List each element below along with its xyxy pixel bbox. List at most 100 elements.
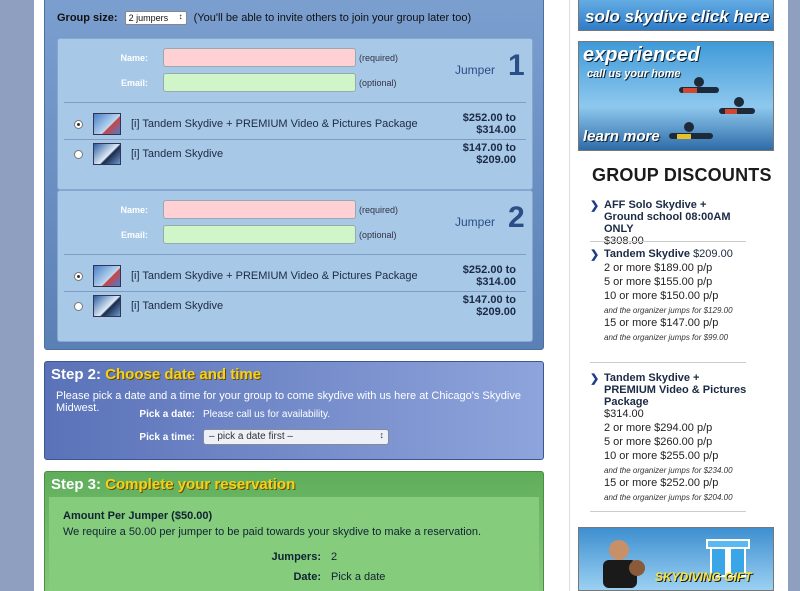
name-label: Name:	[120, 204, 148, 215]
package-price: $147.00 to $209.00	[462, 142, 516, 166]
organizer-note: and the organizer jumps for $234.00	[604, 466, 733, 475]
jumper-label: Jumper	[455, 215, 496, 229]
step3-heading: Step 3: Complete your reservation	[51, 476, 295, 493]
package-thumbnail	[93, 265, 121, 287]
discount-tier: 5 or more $155.00 p/p	[604, 276, 713, 288]
discount-aff: AFF Solo Skydive + Ground school 08:00AM…	[590, 199, 748, 247]
divider	[590, 241, 746, 242]
pick-time-value: – pick a date first –	[209, 431, 293, 442]
banner-text: solo skydive	[585, 7, 688, 26]
divider	[64, 291, 526, 292]
radio-selected[interactable]	[74, 271, 83, 281]
discount-premium: Tandem Skydive + PREMIUM Video & Picture…	[590, 372, 748, 502]
discount-heading-text: Tandem Skydive	[604, 248, 690, 260]
package-thumbnail	[93, 113, 121, 135]
package-option[interactable]: [i] Tandem Skydive $147.00 to $209.00	[74, 142, 516, 166]
package-name[interactable]: [i] Tandem Skydive + PREMIUM Video & Pic…	[131, 270, 426, 282]
email-label: Email:	[120, 229, 148, 240]
optional-note: (optional)	[359, 229, 397, 240]
organizer-note: and the organizer jumps for $204.00	[604, 493, 733, 502]
package-price: $252.00 to $314.00	[462, 112, 516, 136]
discount-price: $209.00	[693, 248, 733, 260]
updown-arrow-icon: ↕	[379, 430, 385, 440]
package-option[interactable]: [i] Tandem Skydive + PREMIUM Video & Pic…	[74, 112, 516, 136]
jumpers-value: 2	[331, 551, 338, 563]
discount-tier: 10 or more $255.00 p/p	[604, 450, 719, 462]
date-value: Pick a date	[331, 571, 386, 583]
group-discounts-title: GROUP DISCOUNTS	[592, 165, 772, 185]
discount-tier: 10 or more $150.00 p/p	[604, 290, 719, 302]
jumper-2-name-input[interactable]	[163, 200, 356, 219]
package-price: $147.00 to $209.00	[462, 294, 516, 318]
jumper-1-name-input[interactable]	[163, 48, 356, 67]
pick-date-value: Please call us for availability.	[203, 409, 331, 420]
pick-time-label: Pick a time:	[139, 431, 195, 443]
jumper-2-email-input[interactable]	[163, 225, 356, 244]
updown-arrow-icon: ↕	[178, 12, 183, 21]
step-number: Step 2:	[51, 366, 102, 383]
package-thumbnail	[93, 295, 121, 317]
jumpers-summary: Jumpers: 2	[225, 551, 337, 563]
solo-skydive-banner[interactable]: solo skydive click here	[578, 0, 774, 31]
organizer-note: and the organizer jumps for $99.00	[604, 333, 729, 342]
pick-time-row: Pick a time: – pick a date first – ↕	[105, 429, 389, 445]
divider	[64, 254, 526, 255]
jumpers-label: Jumpers:	[271, 551, 321, 563]
pick-date-row: Pick a date: Please call us for availabi…	[105, 409, 330, 420]
step-title: Choose date and time	[105, 366, 262, 383]
package-name[interactable]: [i] Tandem Skydive	[131, 148, 426, 160]
package-price: $252.00 to $314.00	[462, 264, 516, 288]
divider	[590, 362, 746, 363]
pick-date-label: Pick a date:	[139, 409, 195, 420]
banner-cta: learn more	[583, 128, 660, 145]
required-note: (required)	[359, 204, 399, 215]
divider	[64, 139, 526, 140]
pick-time-select[interactable]: – pick a date first – ↕	[203, 429, 389, 445]
jumper-1-card: Name: (required) Email: (optional) Jumpe…	[57, 38, 533, 190]
group-size-hint: (You'll be able to invite others to join…	[193, 12, 472, 24]
package-option[interactable]: [i] Tandem Skydive + PREMIUM Video & Pic…	[74, 264, 516, 288]
radio-unselected[interactable]	[74, 149, 83, 159]
package-name[interactable]: [i] Tandem Skydive + PREMIUM Video & Pic…	[131, 118, 426, 130]
jumper-1-email-input[interactable]	[163, 73, 356, 92]
discount-heading[interactable]: Tandem Skydive + PREMIUM Video & Picture…	[590, 372, 748, 408]
radio-unselected[interactable]	[74, 301, 83, 311]
discount-tier: 15 or more $252.00 p/p	[604, 477, 719, 489]
name-label: Name:	[120, 52, 148, 63]
organizer-note: and the organizer jumps for $129.00	[604, 306, 733, 315]
step1-panel: Group size: 2 jumpers ↕ (You'll be able t…	[44, 0, 544, 350]
experienced-banner[interactable]: experienced call us your home learn more	[578, 41, 774, 151]
email-label: Email:	[120, 77, 148, 88]
step-title: Complete your reservation	[105, 476, 296, 493]
group-size-select[interactable]: 2 jumpers ↕	[124, 11, 187, 25]
package-option[interactable]: [i] Tandem Skydive $147.00 to $209.00	[74, 294, 516, 318]
radio-selected[interactable]	[74, 119, 83, 129]
step3-panel: Step 3: Complete your reservation Amount…	[44, 471, 544, 591]
discount-heading[interactable]: Tandem Skydive $209.00	[590, 248, 748, 261]
discount-tandem: Tandem Skydive $209.00 2 or more $189.00…	[590, 248, 748, 342]
banner-text: SKYDIVING GIFT	[655, 570, 752, 584]
name-row: Name: (required)	[118, 48, 398, 67]
discount-tier: 2 or more $189.00 p/p	[604, 262, 713, 274]
divider	[64, 102, 526, 103]
group-size-value: 2 jumpers	[128, 13, 169, 23]
name-row: Name: (required)	[118, 200, 398, 219]
discount-tier: 15 or more $147.00 p/p	[604, 317, 719, 329]
requirement-text: We require a 50.00 per jumper to be paid…	[63, 526, 482, 538]
required-note: (required)	[359, 52, 399, 63]
package-thumbnail	[93, 143, 121, 165]
discount-price: $314.00	[604, 408, 644, 420]
email-row: Email: (optional)	[118, 73, 397, 92]
discount-tier: 5 or more $260.00 p/p	[604, 436, 713, 448]
date-label: Date:	[293, 571, 321, 583]
step-number: Step 3:	[51, 476, 102, 493]
jumper-label: Jumper	[455, 63, 496, 77]
package-name[interactable]: [i] Tandem Skydive	[131, 300, 426, 312]
jumper-2-card: Name: (required) Email: (optional) Jumpe…	[57, 190, 533, 342]
group-size-label: Group size:	[57, 12, 118, 24]
sidebar-divider	[569, 0, 570, 591]
banner-cta: click here	[691, 7, 770, 26]
discount-heading[interactable]: AFF Solo Skydive + Ground school 08:00AM…	[590, 199, 748, 235]
skydiving-gift-banner[interactable]: SKYDIVING GIFT	[578, 527, 774, 591]
date-summary: Date: Pick a date	[225, 571, 385, 583]
